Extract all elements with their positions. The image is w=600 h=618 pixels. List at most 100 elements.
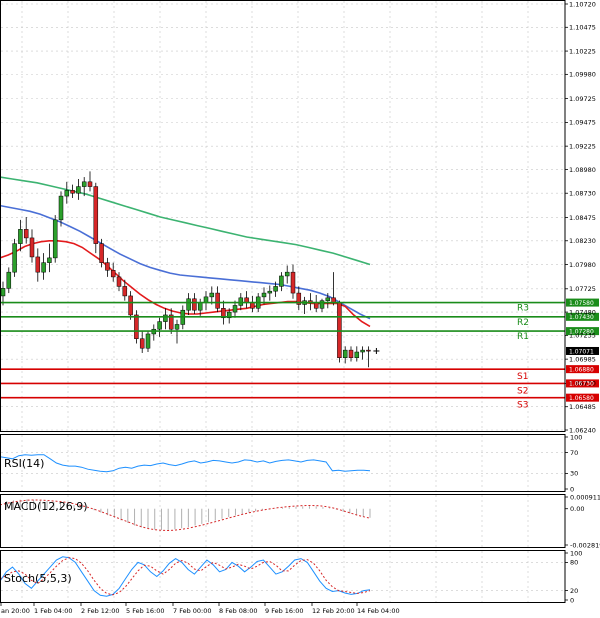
time-tick-label: 12 Feb 20:00: [312, 607, 355, 615]
candle-body: [273, 286, 278, 292]
rsi-tick-label: 30: [570, 470, 578, 478]
candle-body: [163, 314, 168, 322]
price-tick-label: 1.08475: [569, 214, 596, 222]
time-tick-label: 8 Feb 08:00: [219, 607, 258, 615]
candle-body: [139, 338, 145, 349]
chart-root: 1.10720 1.10475 1.10225 1.09980 1.09725 1.094…: [0, 0, 600, 618]
candle-body: [0, 288, 6, 297]
candle-body: [93, 186, 99, 244]
price-tick-label: 1.09980: [569, 71, 596, 79]
candle-body: [122, 286, 128, 297]
text-layer: 1.10720 1.10475 1.10225 1.09980 1.09725 1.094…: [1, 0, 600, 615]
candle-body: [197, 302, 203, 311]
stoch-tick-label: 100: [570, 549, 582, 557]
candle-body: [325, 297, 331, 301]
candle-body: [23, 229, 29, 239]
candle-body: [279, 275, 284, 287]
candle-body: [64, 190, 70, 197]
price-tick-label: 1.08230: [569, 237, 596, 245]
candle-body: [313, 302, 319, 309]
macd-tick-label: -0.002819: [570, 541, 600, 549]
candle-body: [76, 186, 81, 194]
candle-body: [99, 243, 104, 263]
time-tick-label: 7 Feb 00:00: [173, 607, 212, 615]
time-tick-label: 5 Feb 16:00: [126, 607, 165, 615]
rsi-tick-label: 100: [570, 433, 582, 441]
support-level-name: S1: [517, 372, 528, 382]
candle-body: [215, 292, 220, 309]
macd-tick-label: 0.000911: [570, 493, 600, 501]
candle-body: [186, 298, 191, 311]
candle-body: [52, 219, 58, 259]
candle-body: [250, 302, 255, 309]
rsi-tick-label: 70: [570, 449, 578, 457]
support-price-tag-label: 1.06580: [569, 395, 594, 402]
support-price-tag-label: 1.06880: [569, 366, 594, 373]
resistance-price-tag-label: 1.07580: [569, 300, 594, 307]
candle-body: [366, 349, 371, 352]
rsi-line: [0, 454, 371, 473]
candle-body: [192, 298, 197, 311]
time-tick-label: 2 Feb 12:00: [81, 607, 120, 615]
time-tick-label: 14 Feb 04:00: [357, 607, 400, 615]
candle-body: [348, 349, 354, 358]
price-chart: 1.10720 1.10475 1.10225 1.09980 1.09725 1.094…: [0, 0, 600, 615]
candle-body: [290, 271, 296, 294]
price-tick-label: 1.08980: [569, 166, 596, 174]
price-tick-label: 1.09475: [569, 119, 596, 127]
candle-body: [29, 237, 35, 258]
price-tick-label: 1.07980: [569, 261, 596, 269]
price-tick-label: 1.09725: [569, 95, 596, 103]
resistance-price-tag-label: 1.07430: [569, 314, 594, 321]
candle-body: [128, 295, 133, 316]
candle-body: [6, 271, 12, 289]
candle-body: [337, 302, 342, 358]
macd-title: MACD(12,26,9): [4, 500, 88, 513]
candle-body: [209, 292, 215, 298]
panel-frame-main: [0, 0, 566, 432]
candle-body: [342, 349, 348, 358]
support-level-name: S2: [517, 386, 528, 396]
candle-body: [203, 296, 209, 303]
support-price-tag-label: 1.06730: [569, 381, 594, 388]
candle-body: [110, 270, 116, 278]
price-tick-label: 1.10475: [569, 24, 596, 32]
resistance-level-name: R2: [517, 318, 529, 328]
candle-body: [116, 276, 122, 287]
rsi-tick-label: 0: [570, 485, 574, 493]
candle-body: [284, 271, 290, 277]
price-tick-label: 1.10225: [569, 47, 596, 55]
candle-body: [58, 195, 64, 221]
stoch-title: Stoch(5,5,3): [4, 572, 72, 585]
time-tick-label: 9 Feb 16:00: [265, 607, 304, 615]
candle-body: [87, 181, 93, 187]
candle-body: [18, 229, 23, 244]
candle-body: [145, 333, 151, 349]
support-level-name: S3: [517, 401, 528, 411]
candle-body: [41, 262, 46, 273]
candle-body: [232, 305, 238, 313]
levels-layer: [1, 301, 565, 399]
candle-body: [267, 290, 273, 294]
candle-body: [174, 324, 180, 330]
macd-tick-label: 0.00: [570, 505, 584, 513]
price-tick-label: 1.06985: [569, 355, 596, 363]
time-tick-label: 1 Feb 04:00: [34, 607, 73, 615]
panel-frame-rsi: [0, 434, 566, 492]
time-tick-label: an 20:00: [1, 607, 30, 615]
candles-layer: [0, 171, 380, 368]
current-price-label: 1.07071: [569, 348, 594, 355]
resistance-price-tag-label: 1.07280: [569, 328, 594, 335]
candle-body: [105, 262, 110, 271]
candle-body: [360, 349, 365, 353]
candle-body: [12, 243, 17, 273]
price-tick-label: 1.07725: [569, 285, 596, 293]
candle-body: [157, 321, 162, 330]
candle-body: [47, 257, 52, 263]
candle-body: [35, 256, 41, 273]
resistance-level-name: R3: [517, 304, 529, 314]
price-tick-label: 1.08730: [569, 190, 596, 198]
price-tick-label: 1.06485: [569, 403, 596, 411]
candle-body: [261, 292, 267, 298]
price-tick-label: 1.10720: [569, 0, 596, 8]
